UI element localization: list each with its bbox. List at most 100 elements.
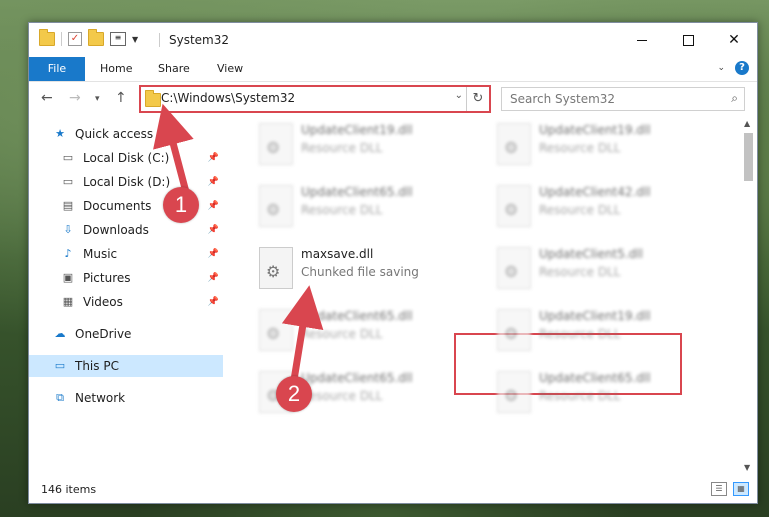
step-2-badge: 2 bbox=[276, 376, 312, 412]
file-description: Resource DLL bbox=[301, 141, 383, 155]
refresh-icon[interactable]: ↻ bbox=[466, 87, 489, 111]
sidebar-item[interactable]: ⇩ Downloads 📌 bbox=[29, 219, 223, 241]
vertical-scrollbar[interactable]: ▲ ▼ bbox=[740, 115, 757, 475]
maximize-icon bbox=[682, 34, 694, 46]
file-explorer-window: ✓ ≡ ▼ System32 ✕ File Home Share View ⌄ … bbox=[28, 22, 758, 504]
drive-icon: ▭ bbox=[62, 151, 74, 164]
music-icon: ♪ bbox=[64, 247, 72, 260]
scroll-down-icon[interactable]: ▼ bbox=[744, 463, 750, 472]
file-description: Resource DLL bbox=[539, 203, 621, 217]
sidebar-item-label: Network bbox=[75, 391, 126, 405]
file-name: UpdateClient65.dll bbox=[301, 309, 413, 323]
sidebar-item[interactable]: ▭ This PC bbox=[29, 355, 223, 377]
star-icon: ★ bbox=[55, 127, 65, 140]
document-icon: ▤ bbox=[62, 199, 74, 212]
ribbon-tabs: File Home Share View ⌄ ? bbox=[29, 57, 757, 82]
file-name: UpdateClient42.dll bbox=[539, 185, 651, 199]
close-icon: ✕ bbox=[728, 32, 740, 48]
navigation-pane: ★ Quick access ▭ Local Disk (C:) 📌 ▭ Local Dis… bbox=[29, 115, 223, 471]
file-description: Resource DLL bbox=[301, 203, 383, 217]
pin-icon[interactable]: 📌 bbox=[208, 297, 219, 307]
divider bbox=[159, 33, 160, 47]
chevron-down-icon[interactable]: ▼ bbox=[132, 35, 138, 44]
customize-icon[interactable]: ≡ bbox=[110, 32, 126, 46]
file-name: UpdateClient5.dll bbox=[539, 247, 643, 261]
dll-file-icon bbox=[497, 123, 531, 165]
sidebar-item-label: Videos bbox=[83, 295, 123, 309]
file-item[interactable]: maxsave.dll Chunked file saving bbox=[251, 243, 471, 293]
sidebar-item-label: Documents bbox=[83, 199, 152, 213]
pin-icon[interactable]: 📌 bbox=[208, 177, 219, 187]
tab-home[interactable]: Home bbox=[100, 57, 132, 81]
file-item[interactable]: UpdateClient19.dll Resource DLL bbox=[251, 119, 471, 169]
sidebar-item[interactable]: ▭ Local Disk (C:) 📌 bbox=[29, 147, 223, 169]
window-controls: ✕ bbox=[619, 23, 757, 57]
pin-icon[interactable]: 📌 bbox=[208, 153, 219, 163]
dll-file-icon bbox=[497, 371, 531, 413]
file-name: maxsave.dll bbox=[301, 247, 374, 261]
sidebar-item[interactable]: ▭ Local Disk (D:) 📌 bbox=[29, 171, 223, 193]
pin-icon[interactable]: 📌 bbox=[208, 225, 219, 235]
tab-share[interactable]: Share bbox=[158, 57, 190, 81]
sidebar-item-label: Local Disk (C:) bbox=[83, 151, 170, 165]
ribbon-right-controls: ⌄ ? bbox=[717, 61, 749, 75]
file-item[interactable]: UpdateClient19.dll Resource DLL bbox=[489, 305, 709, 355]
search-icon: ⌕ bbox=[731, 91, 738, 105]
details-view-icon[interactable]: ☰ bbox=[711, 482, 727, 496]
divider bbox=[61, 32, 62, 46]
drive-icon: ▭ bbox=[62, 175, 74, 188]
dll-file-icon bbox=[259, 123, 293, 165]
file-item[interactable]: UpdateClient5.dll Resource DLL bbox=[489, 243, 709, 293]
folder-icon bbox=[145, 90, 161, 107]
address-path[interactable]: C:\Windows\System32 bbox=[161, 91, 295, 105]
file-item[interactable]: UpdateClient65.dll Resource DLL bbox=[251, 305, 471, 355]
file-description: Resource DLL bbox=[539, 141, 621, 155]
tab-view[interactable]: View bbox=[217, 57, 243, 81]
sidebar-item[interactable]: ▦ Videos 📌 bbox=[29, 291, 223, 313]
file-name: UpdateClient19.dll bbox=[539, 309, 651, 323]
sidebar-item-label: Pictures bbox=[83, 271, 131, 285]
sidebar-item[interactable]: ⧉ Network bbox=[29, 387, 223, 409]
pin-icon[interactable]: 📌 bbox=[208, 249, 219, 259]
minimize-button[interactable] bbox=[619, 23, 665, 57]
tiles-view-icon[interactable]: ▦ bbox=[733, 482, 749, 496]
recent-locations-chevron-icon[interactable]: ▾ bbox=[95, 94, 100, 104]
chevron-down-icon[interactable]: ⌄ bbox=[455, 90, 463, 101]
address-bar[interactable]: C:\Windows\System32 ⌄ ↻ bbox=[139, 85, 491, 113]
sidebar-item[interactable]: ★ Quick access bbox=[29, 123, 223, 145]
video-icon: ▦ bbox=[62, 295, 74, 308]
pin-icon[interactable]: 📌 bbox=[208, 273, 219, 283]
expand-ribbon-icon[interactable]: ⌄ bbox=[717, 63, 725, 73]
network-icon: ⧉ bbox=[56, 391, 64, 404]
maximize-button[interactable] bbox=[665, 23, 711, 57]
tab-file[interactable]: File bbox=[29, 57, 85, 81]
help-icon[interactable]: ? bbox=[735, 61, 749, 75]
navigation-bar: ← → ▾ ↑ C:\Windows\System32 ⌄ ↻ Search S… bbox=[29, 82, 757, 114]
forward-arrow-icon[interactable]: → bbox=[69, 90, 81, 106]
close-button[interactable]: ✕ bbox=[711, 23, 757, 57]
sidebar-item-label: Downloads bbox=[83, 223, 149, 237]
scroll-up-icon[interactable]: ▲ bbox=[744, 119, 750, 128]
up-arrow-icon[interactable]: ↑ bbox=[115, 90, 127, 106]
sidebar-item[interactable]: ☁ OneDrive bbox=[29, 323, 223, 345]
file-item[interactable]: UpdateClient19.dll Resource DLL bbox=[489, 119, 709, 169]
file-item[interactable]: UpdateClient65.dll Resource DLL bbox=[489, 367, 709, 417]
file-item[interactable]: UpdateClient65.dll Resource DLL bbox=[251, 181, 471, 231]
properties-check-icon[interactable]: ✓ bbox=[68, 32, 82, 46]
download-icon: ⇩ bbox=[63, 223, 73, 236]
back-arrow-icon[interactable]: ← bbox=[41, 90, 53, 106]
sidebar-item[interactable]: ♪ Music 📌 bbox=[29, 243, 223, 265]
file-description: Resource DLL bbox=[539, 389, 621, 403]
new-folder-icon[interactable] bbox=[88, 29, 104, 46]
file-description: Chunked file saving bbox=[301, 265, 419, 279]
dll-file-icon bbox=[259, 185, 293, 227]
pin-icon[interactable]: 📌 bbox=[208, 201, 219, 211]
file-description: Resource DLL bbox=[539, 327, 621, 341]
quick-access-toolbar: ✓ ≡ ▼ bbox=[39, 29, 138, 46]
sidebar-item[interactable]: ▣ Pictures 📌 bbox=[29, 267, 223, 289]
dll-file-icon bbox=[497, 247, 531, 289]
file-item[interactable]: UpdateClient42.dll Resource DLL bbox=[489, 181, 709, 231]
scroll-thumb[interactable] bbox=[744, 133, 753, 181]
title-bar: ✓ ≡ ▼ System32 ✕ bbox=[29, 23, 757, 57]
search-input[interactable]: Search System32 ⌕ bbox=[501, 87, 745, 111]
